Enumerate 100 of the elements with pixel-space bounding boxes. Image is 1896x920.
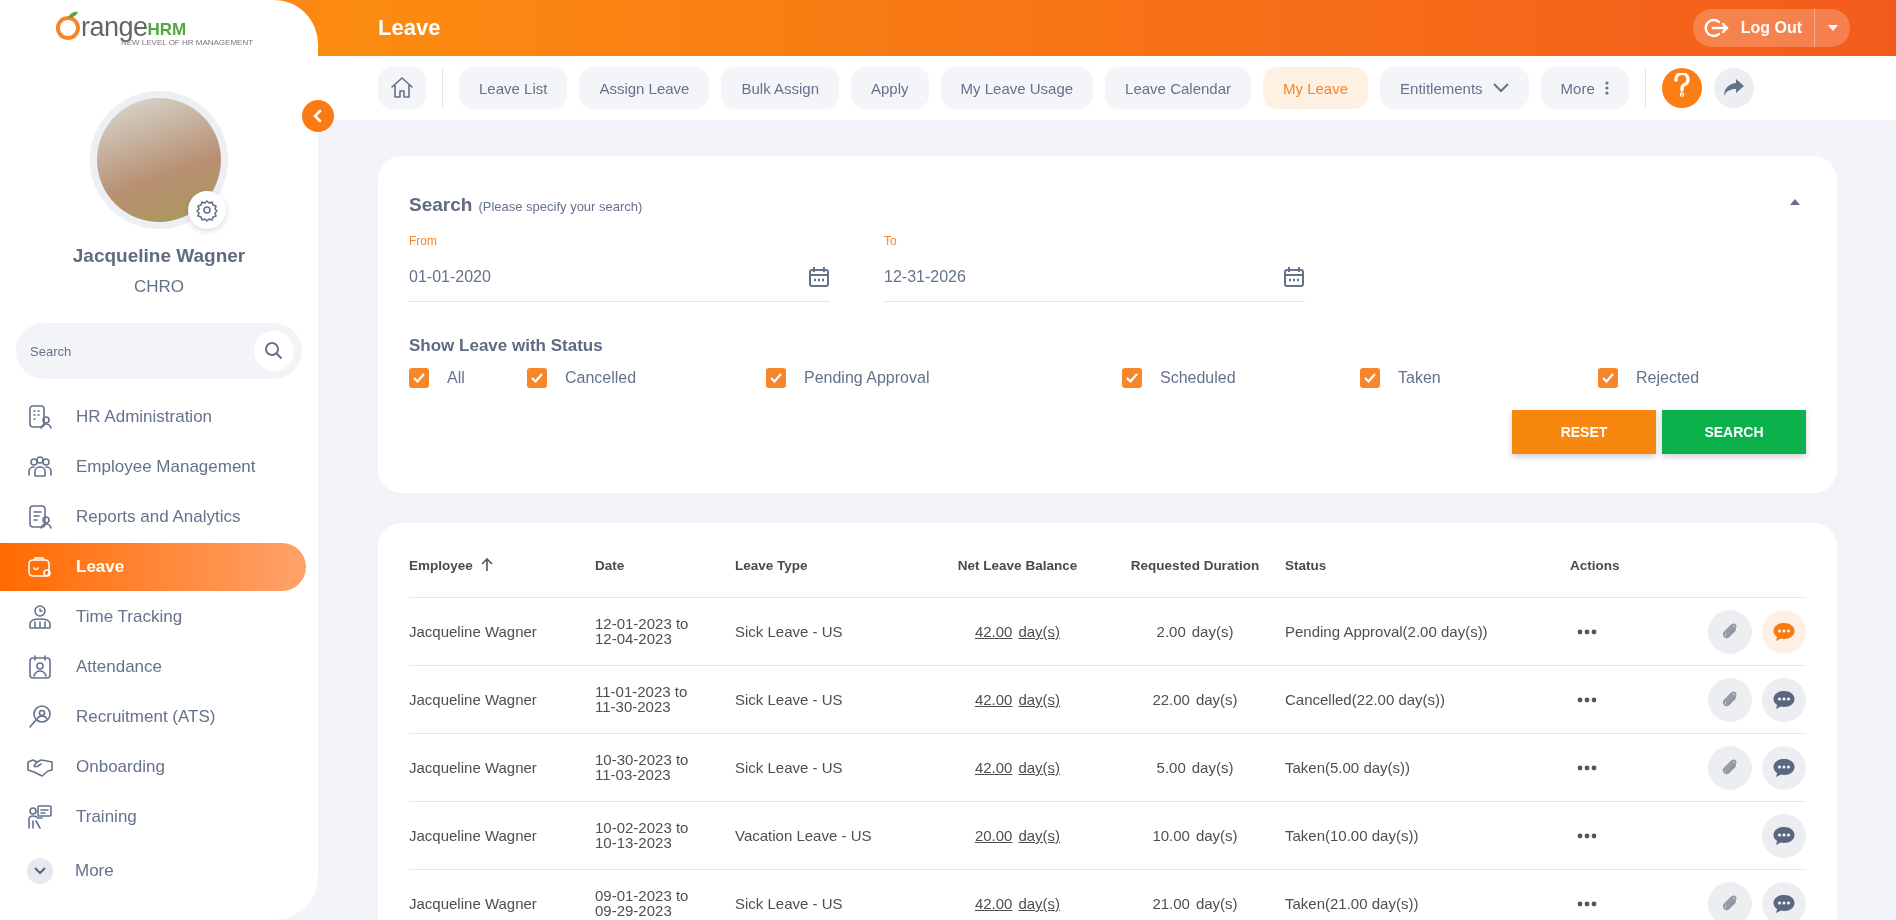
- collapse-button[interactable]: [302, 100, 334, 132]
- search-title: Search: [409, 194, 473, 216]
- column-header[interactable]: Actions: [1570, 557, 1620, 573]
- toolbar-tab[interactable]: Assign Leave: [579, 67, 710, 109]
- table-cell: day(s): [1191, 759, 1234, 776]
- toolbar-tab[interactable]: Leave List: [459, 67, 568, 109]
- unit-link[interactable]: day(s): [1018, 759, 1061, 776]
- home-button[interactable]: [378, 67, 426, 109]
- check-icon: [413, 373, 425, 383]
- share-button[interactable]: [1713, 68, 1754, 108]
- sidebar-item[interactable]: Attendance: [0, 643, 306, 691]
- comment-button[interactable]: [1762, 745, 1806, 790]
- toolbar-tab[interactable]: Bulk Assign: [721, 67, 839, 109]
- column-header[interactable]: Employee: [409, 557, 473, 573]
- balance-link[interactable]: 42.00: [974, 691, 1013, 708]
- checkbox[interactable]: [1598, 368, 1618, 388]
- chevron-down-icon: [1492, 83, 1509, 93]
- sidebar-item[interactable]: Onboarding: [0, 743, 306, 791]
- sidebar-item[interactable]: Leave: [0, 543, 306, 591]
- attachment-button[interactable]: [1708, 677, 1752, 722]
- table-cell-text: 10-02-2023 to 10-13-2023: [595, 821, 690, 850]
- toolbar-tab[interactable]: More: [1540, 67, 1629, 109]
- attachment-button[interactable]: [1708, 609, 1752, 654]
- table-cell-text: Pending Approval(2.00 day(s)): [1285, 623, 1489, 640]
- column-header[interactable]: Leave Type: [735, 557, 808, 573]
- toolbar-tab[interactable]: My Leave Usage: [940, 67, 1094, 109]
- checkbox[interactable]: [1122, 368, 1142, 388]
- collapse-toggle[interactable]: [1789, 198, 1801, 205]
- caret-down-icon: [1826, 24, 1839, 32]
- sidebar-item[interactable]: Time Tracking: [0, 593, 306, 641]
- search-icon: [264, 341, 284, 361]
- user-name: Jacqueline Wagner: [72, 245, 246, 267]
- magnifier-person-icon: [26, 703, 54, 731]
- table-cell: day(s): [1191, 623, 1234, 640]
- fruit-logo-icon: [54, 10, 81, 40]
- date-field[interactable]: 01-01-2020: [409, 252, 830, 302]
- unit-link[interactable]: day(s): [1018, 691, 1061, 708]
- checkbox[interactable]: [409, 368, 429, 388]
- toolbar-tab[interactable]: Apply: [851, 67, 929, 109]
- table-cell-text: Jacqueline Wagner: [409, 827, 538, 844]
- balance-link[interactable]: 20.00: [974, 827, 1013, 844]
- attachment-button[interactable]: [1708, 745, 1752, 790]
- presentation-person-icon: [26, 803, 54, 831]
- date-label: From: [409, 234, 438, 248]
- search-field[interactable]: Search: [16, 323, 302, 379]
- chat-bubble-icon: [1772, 688, 1796, 711]
- toolbar-tab[interactable]: Entitlements: [1380, 67, 1529, 109]
- sidebar-item[interactable]: More: [0, 847, 306, 895]
- comment-button[interactable]: [1762, 677, 1806, 722]
- sidebar-item[interactable]: HR Administration: [0, 393, 306, 441]
- comment-button[interactable]: [1762, 609, 1806, 654]
- building-person-icon: [26, 403, 54, 431]
- sidebar-item[interactable]: Employee Management: [0, 443, 306, 491]
- table-cell: 10.00: [1152, 827, 1190, 844]
- search-submit-button[interactable]: SEARCH: [1662, 410, 1806, 454]
- comment-button[interactable]: [1762, 881, 1806, 920]
- check-icon: [1364, 373, 1376, 383]
- date-field[interactable]: 12-31-2026: [884, 252, 1305, 302]
- toolbar-tab[interactable]: Leave Calendar: [1105, 67, 1251, 109]
- table-cell-text: Sick Leave - US: [735, 895, 844, 912]
- table-cell-text: Sick Leave - US: [735, 623, 844, 640]
- date-label: To: [884, 234, 898, 248]
- help-button[interactable]: [1661, 68, 1702, 108]
- column-header[interactable]: Net Leave Balance: [957, 557, 1078, 573]
- checkbox[interactable]: [527, 368, 547, 388]
- sidebar-item[interactable]: Recruitment (ATS): [0, 693, 306, 741]
- settings-button[interactable]: [188, 191, 226, 229]
- search-hint: (Please specify your search): [478, 199, 643, 214]
- unit-link[interactable]: day(s): [1018, 895, 1061, 912]
- checkbox-label: All: [447, 369, 465, 387]
- chat-bubble-icon: [1772, 756, 1796, 779]
- help-icon: [1672, 73, 1691, 97]
- table-cell: day(s): [1195, 827, 1238, 844]
- unit-link[interactable]: day(s): [1018, 623, 1061, 640]
- table-cell: day(s): [1195, 691, 1238, 708]
- checkbox-label: Scheduled: [1160, 369, 1236, 387]
- unit-link[interactable]: day(s): [1018, 827, 1061, 844]
- column-header[interactable]: Status: [1285, 557, 1327, 573]
- kebab-icon: [1604, 81, 1609, 95]
- checkbox[interactable]: [766, 368, 786, 388]
- comment-button[interactable]: [1762, 813, 1806, 858]
- table-cell-text: 09-01-2023 to 09-29-2023: [595, 889, 690, 918]
- sidebar-item[interactable]: Reports and Analytics: [0, 493, 306, 541]
- checkbox-label: Rejected: [1636, 369, 1700, 387]
- calendar-icon: [1283, 266, 1305, 288]
- table-cell-text: Taken(10.00 day(s)): [1285, 827, 1420, 844]
- column-header[interactable]: Requested Duration: [1130, 557, 1260, 573]
- balance-link[interactable]: 42.00: [974, 623, 1013, 640]
- table-cell-text: Cancelled(22.00 day(s)): [1285, 691, 1447, 708]
- sort-arrow-up-icon[interactable]: [480, 558, 493, 572]
- table-cell: day(s): [1195, 895, 1238, 912]
- attachment-button[interactable]: [1708, 881, 1752, 920]
- checkbox[interactable]: [1360, 368, 1380, 388]
- column-header[interactable]: Date: [595, 557, 625, 573]
- table-cell-text: Sick Leave - US: [735, 759, 844, 776]
- balance-link[interactable]: 42.00: [974, 759, 1013, 776]
- balance-link[interactable]: 42.00: [974, 895, 1013, 912]
- sidebar-item[interactable]: Training: [0, 793, 306, 841]
- table-cell: 22.00: [1152, 691, 1190, 708]
- table-cell: 21.00: [1152, 895, 1190, 912]
